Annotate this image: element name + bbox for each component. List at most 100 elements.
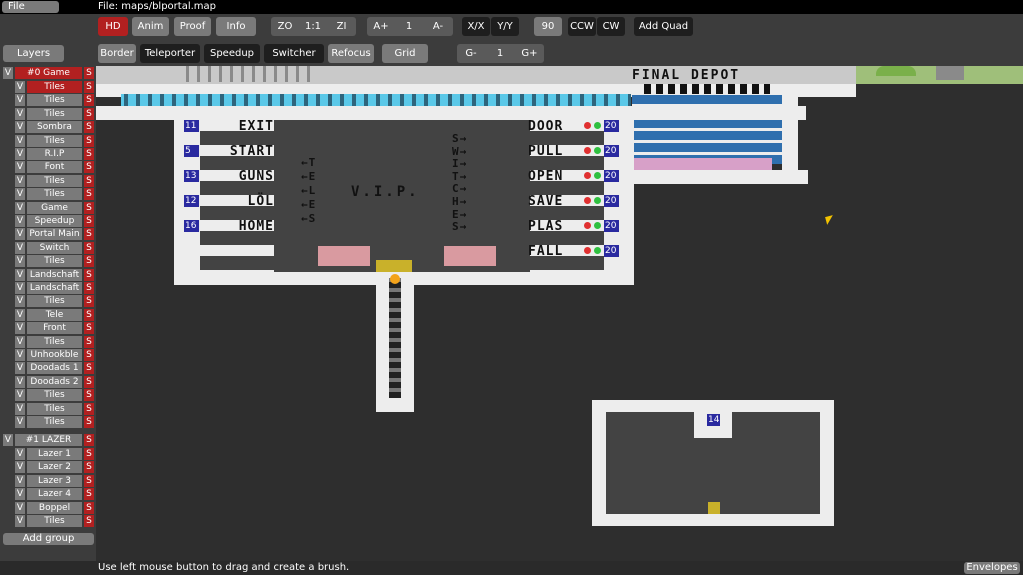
layer-name[interactable]: Doodads 1 <box>27 362 82 375</box>
layer-name[interactable]: Front <box>27 322 82 335</box>
layer-visible-toggle[interactable]: V <box>15 255 25 268</box>
envelopes-button[interactable]: Envelopes <box>964 562 1020 574</box>
layer-save-toggle[interactable]: S <box>84 474 94 487</box>
layer-save-toggle[interactable]: S <box>84 295 94 308</box>
add-quad-button[interactable]: Add Quad <box>634 17 693 36</box>
layer-row[interactable]: V Tiles S <box>0 188 96 201</box>
hd-button[interactable]: HD <box>98 17 128 36</box>
map-canvas[interactable]: FINAL DEPOT 11 EXIT 5 START 13 GUNS 12 LÖL 16 HOM… <box>96 66 1023 561</box>
layer-visible-toggle[interactable]: V <box>15 201 25 214</box>
info-button[interactable]: Info <box>216 17 256 36</box>
layer-visible-toggle[interactable]: V <box>15 448 25 460</box>
layer-name[interactable]: Tiles <box>27 134 82 147</box>
rotate-ccw-button[interactable]: CCW <box>568 17 596 36</box>
layer-row[interactable]: V Unhookble S <box>0 349 96 361</box>
layer-visible-toggle[interactable]: V <box>15 121 25 134</box>
file-menu-button[interactable]: File <box>2 1 59 13</box>
refocus-button[interactable]: Refocus <box>328 44 374 63</box>
layer-visible-toggle[interactable]: V <box>15 515 25 527</box>
layer-row[interactable]: V Lazer 3S <box>0 474 96 487</box>
grid-button[interactable]: Grid <box>382 44 428 63</box>
layer-visible-toggle[interactable]: V <box>15 161 25 174</box>
layer-visible-toggle[interactable]: V <box>15 322 25 335</box>
flip-x-button[interactable]: X/X <box>462 17 490 36</box>
layer-name[interactable]: Speedup <box>27 215 82 227</box>
layer-name[interactable]: Portal Main <box>27 228 82 241</box>
layer-save-toggle[interactable]: S <box>84 228 94 241</box>
layer-visible-toggle[interactable]: V <box>15 488 25 501</box>
layer-save-toggle[interactable]: S <box>84 448 94 460</box>
layer-visible-toggle[interactable]: V <box>15 362 25 375</box>
layer-visible-toggle[interactable]: V <box>15 134 25 147</box>
layer-row[interactable]: V Boppel S <box>0 501 96 514</box>
layer-row[interactable]: V Sombra S <box>0 121 96 134</box>
layer-name[interactable]: Unhookble <box>27 349 82 361</box>
speedup-button[interactable]: Speedup <box>204 44 260 63</box>
layer-name[interactable]: Tiles <box>27 174 82 187</box>
layer-group-0[interactable]: V #0 Game S <box>0 67 96 79</box>
layer-visible-toggle[interactable]: V <box>15 148 25 160</box>
zoom-in-button[interactable]: ZI <box>327 17 356 36</box>
layer-visible-toggle[interactable]: V <box>15 174 25 187</box>
layer-name[interactable]: Tiles <box>27 295 82 308</box>
layer-row[interactable]: V Tiles S <box>0 255 96 268</box>
layer-row[interactable]: V Speedup S <box>0 215 96 227</box>
layer-name[interactable]: Doodads 2 <box>27 375 82 388</box>
layer-save-toggle[interactable]: S <box>84 148 94 160</box>
layer-visible-toggle[interactable]: V <box>15 474 25 487</box>
layer-save-toggle[interactable]: S <box>84 188 94 201</box>
layer-save-toggle[interactable]: S <box>84 308 94 321</box>
layer-row[interactable]: V Lazer 4S <box>0 488 96 501</box>
layer-row[interactable]: V Tiles S <box>0 389 96 402</box>
anim-faster-button[interactable]: A+ <box>367 17 395 36</box>
flip-y-button[interactable]: Y/Y <box>491 17 519 36</box>
layer-row[interactable]: V Font S <box>0 161 96 174</box>
layer-name[interactable]: Lazer 4 <box>27 488 82 501</box>
border-button[interactable]: Border <box>98 44 136 63</box>
layer-visible-toggle[interactable]: V <box>15 501 25 514</box>
layer-save-toggle[interactable]: S <box>84 362 94 375</box>
layer-visible-toggle[interactable]: V <box>15 349 25 361</box>
layer-save-toggle[interactable]: S <box>84 501 94 514</box>
layer-row[interactable]: V Doodads 2S <box>0 375 96 388</box>
layer-name[interactable]: Boppel <box>27 501 82 514</box>
layer-visible-toggle[interactable]: V <box>15 308 25 321</box>
layer-row[interactable]: V Tiles S <box>0 134 96 147</box>
layer-row[interactable]: V Tiles S <box>0 295 96 308</box>
grid-increase-button[interactable]: G+ <box>515 44 544 63</box>
grid-decrease-button[interactable]: G- <box>457 44 485 63</box>
layer-save-toggle[interactable]: S <box>84 241 94 254</box>
group-name[interactable]: #0 Game <box>15 67 82 79</box>
layer-row[interactable]: V Tiles S <box>0 174 96 187</box>
rotation-angle-field[interactable]: 90 <box>534 17 562 36</box>
zoom-out-button[interactable]: ZO <box>271 17 299 36</box>
switcher-button[interactable]: Switcher <box>264 44 324 63</box>
rotate-cw-button[interactable]: CW <box>597 17 625 36</box>
layer-name[interactable]: Tiles <box>27 94 82 107</box>
layer-row[interactable]: V Switch S <box>0 241 96 254</box>
layer-save-toggle[interactable]: S <box>84 174 94 187</box>
add-group-button[interactable]: Add group <box>3 533 94 545</box>
layer-save-toggle[interactable]: S <box>84 134 94 147</box>
layer-row[interactable]: V Tiles S <box>0 107 96 120</box>
layer-name[interactable]: Switch <box>27 241 82 254</box>
group-name[interactable]: #1 LAZER <box>15 434 82 446</box>
layer-visible-toggle[interactable]: V <box>15 402 25 415</box>
layer-row[interactable]: V Landschaft S <box>0 282 96 294</box>
layer-row[interactable]: V Tiles S <box>0 94 96 107</box>
layer-visible-toggle[interactable]: V <box>15 188 25 201</box>
layer-save-toggle[interactable]: S <box>84 268 94 281</box>
layer-row[interactable]: V Tiles S <box>0 81 96 93</box>
layer-row[interactable]: V Tiles S <box>0 416 96 428</box>
layer-save-toggle[interactable]: S <box>84 81 94 93</box>
layer-visible-toggle[interactable]: V <box>15 335 25 348</box>
anim-slower-button[interactable]: A- <box>423 17 453 36</box>
layers-title-button[interactable]: Layers <box>3 45 64 62</box>
layer-name[interactable]: Landschaft <box>27 268 82 281</box>
layer-name[interactable]: R.I.P <box>27 148 82 160</box>
layer-row[interactable]: V Tiles S <box>0 515 96 527</box>
layer-save-toggle[interactable]: S <box>84 322 94 335</box>
layer-row[interactable]: V Tiles S <box>0 402 96 415</box>
layer-name[interactable]: Tiles <box>27 389 82 402</box>
layer-visible-toggle[interactable]: V <box>15 241 25 254</box>
